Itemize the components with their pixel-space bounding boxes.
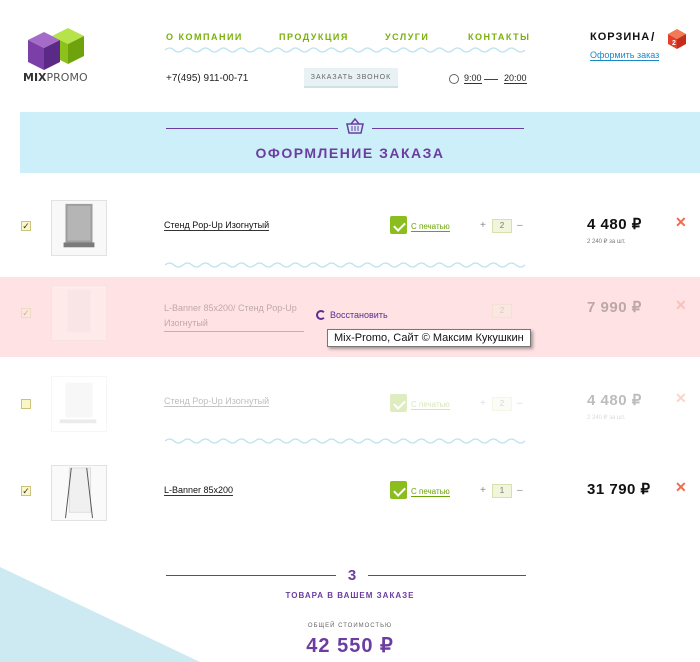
summary-line-left xyxy=(166,575,336,576)
nav-services[interactable]: УСЛУГИ xyxy=(385,32,429,42)
product-thumbnail xyxy=(51,285,107,341)
item-checkbox[interactable]: ✓ xyxy=(21,221,31,231)
page-title: ОФОРМЛЕНИЕ ЗАКАЗА xyxy=(255,145,445,161)
item-price: 4 480 ₽ xyxy=(587,392,642,409)
restore-label: Восстановить xyxy=(330,310,388,320)
product-name[interactable]: L-Banner 85x200 xyxy=(164,485,234,496)
item-checkbox[interactable]: ✓ xyxy=(21,486,31,496)
checkout-link[interactable]: Оформить заказ xyxy=(590,50,660,61)
qty-decrease[interactable]: – xyxy=(517,398,523,409)
hours-dash xyxy=(484,79,498,80)
nav-contacts[interactable]: КОНТАКТЫ xyxy=(468,32,530,42)
item-count: 3 xyxy=(347,567,357,584)
logo-text-promo: PROMO xyxy=(46,71,88,84)
qty-input[interactable]: 1 xyxy=(492,484,512,498)
unit-price: 2 240 ₽ за шт. xyxy=(587,239,626,245)
item-price: 31 790 ₽ xyxy=(587,481,651,498)
item-count-label: ТОВАРА В ВАШЕМ ЗАКАЗЕ xyxy=(285,591,415,600)
order-total: 42 550 ₽ xyxy=(306,635,394,657)
product-thumbnail xyxy=(51,376,107,432)
restore-button[interactable]: Восстановить xyxy=(316,310,388,320)
product-thumbnail xyxy=(51,200,107,256)
item-price: 4 480 ₽ xyxy=(587,216,642,233)
qty-increase[interactable]: + xyxy=(480,220,486,231)
banner-line-left xyxy=(166,128,338,129)
item-checkbox: ✓ xyxy=(21,308,31,318)
item-price: 7 990 ₽ xyxy=(587,299,642,316)
callback-button[interactable]: ЗАКАЗАТЬ ЗВОНОК xyxy=(304,68,398,88)
hours-to: 20:00 xyxy=(504,73,527,84)
nav-about[interactable]: О КОМПАНИИ xyxy=(166,32,243,42)
unit-price: 2 240 ₽ за шт. xyxy=(587,415,626,421)
phone-number[interactable]: +7(495) 911-00-71 xyxy=(166,73,248,84)
qty-increase[interactable]: + xyxy=(480,485,486,496)
remove-icon[interactable]: ✕ xyxy=(675,390,687,407)
row-wave-divider xyxy=(165,262,526,268)
cart-slash: / xyxy=(651,30,655,44)
qty-input[interactable]: 2 xyxy=(492,219,512,233)
restore-icon xyxy=(316,310,326,320)
qty-input: 2 xyxy=(492,304,512,318)
cart-box-icon[interactable]: 2 xyxy=(666,28,688,50)
basket-icon xyxy=(346,118,364,134)
print-check-icon[interactable] xyxy=(390,481,407,499)
product-name[interactable]: Стенд Pop-Up Изогнутый xyxy=(164,220,270,231)
cart-item: ✓ L-Banner 85x200 С печатью + 1 – 31 790… xyxy=(0,465,700,545)
logo-text-mix: MIX xyxy=(23,71,47,84)
qty-increase[interactable]: + xyxy=(480,398,486,409)
print-check-icon[interactable] xyxy=(390,216,407,234)
clock-icon xyxy=(449,74,459,84)
remove-icon: ✕ xyxy=(675,297,687,313)
total-caption: ОБЩЕЙ СТОИМОСТЬЮ xyxy=(307,623,393,629)
print-option[interactable]: С печатью xyxy=(411,487,450,497)
cart-title[interactable]: КОРЗИНА xyxy=(590,31,650,43)
cart-count: 2 xyxy=(672,40,676,47)
remove-icon[interactable]: ✕ xyxy=(675,479,687,496)
product-thumbnail xyxy=(51,465,107,521)
nav-products[interactable]: ПРОДУКЦИЯ xyxy=(279,32,349,42)
print-option[interactable]: С печатью xyxy=(411,400,450,410)
print-check-icon[interactable] xyxy=(390,394,407,412)
hours-from: 9:00 xyxy=(464,73,482,84)
tooltip: Mix-Promo, Сайт © Максим Кукушкин xyxy=(327,329,531,347)
cart-item-unchecked: Стенд Pop-Up Изогнутый С печатью + 2 – 4… xyxy=(0,376,700,456)
product-name[interactable]: Стенд Pop-Up Изогнутый xyxy=(164,396,270,407)
qty-decrease[interactable]: – xyxy=(517,220,523,231)
summary-line-right xyxy=(368,575,526,576)
nav-wave-divider xyxy=(165,47,526,53)
product-name: L-Banner 85x200/ Стенд Pop-Up Изогнутый xyxy=(164,301,304,332)
print-option[interactable]: С печатью xyxy=(411,222,450,232)
banner-line-right xyxy=(372,128,524,129)
qty-decrease[interactable]: – xyxy=(517,485,523,496)
row-wave-divider xyxy=(165,438,526,444)
cart-item: ✓ Стенд Pop-Up Изогнутый С печатью + 2 –… xyxy=(0,200,700,280)
order-banner: ОФОРМЛЕНИЕ ЗАКАЗА xyxy=(20,112,700,173)
logo-text: MIXPROMO xyxy=(23,71,88,84)
qty-input[interactable]: 2 xyxy=(492,397,512,411)
remove-icon[interactable]: ✕ xyxy=(675,214,687,231)
